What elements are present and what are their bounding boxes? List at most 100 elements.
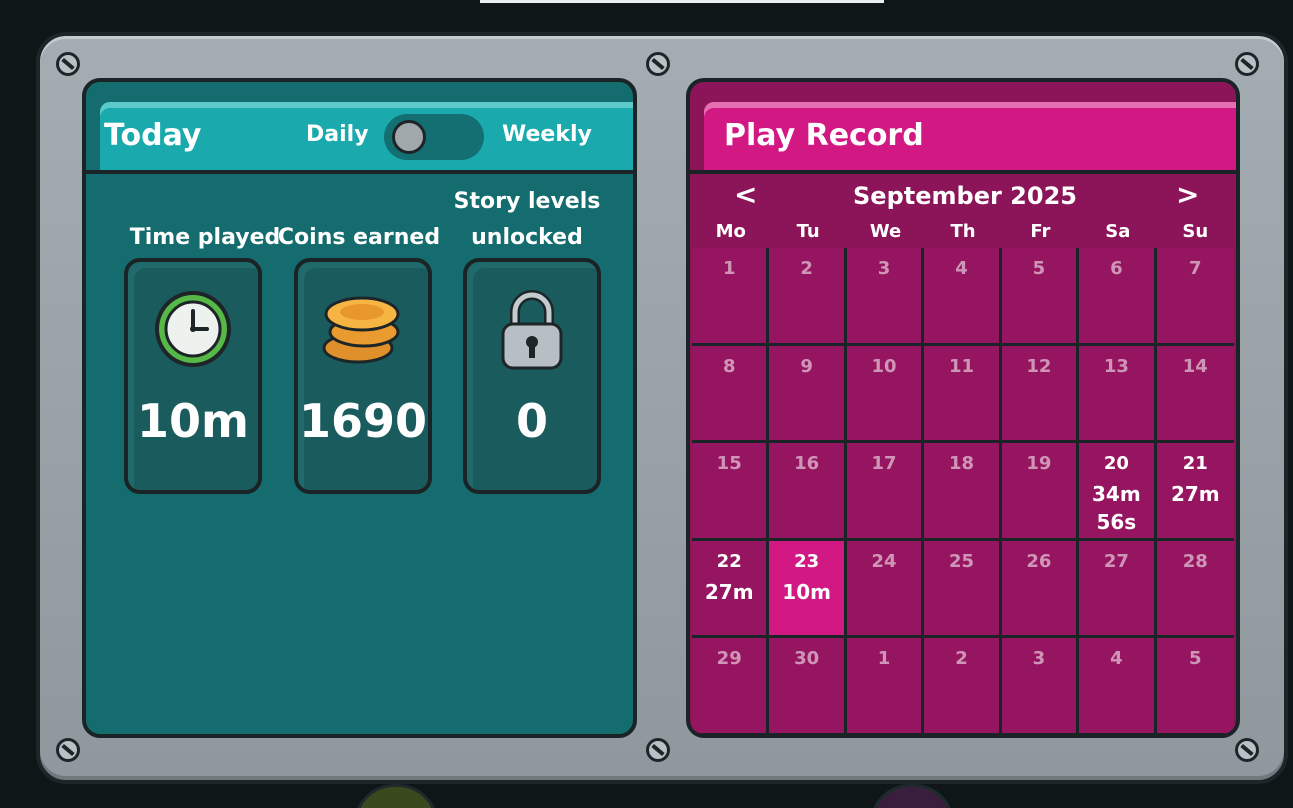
calendar-day[interactable]: 24 — [846, 540, 925, 639]
calendar-day[interactable]: 3 — [1001, 638, 1080, 734]
weekday-header: Sa — [1105, 221, 1131, 242]
day-number: 4 — [1110, 648, 1123, 670]
weekly-label[interactable]: Weekly — [502, 122, 592, 147]
calendar-day[interactable]: 18 — [924, 443, 1002, 541]
calendar-day[interactable]: 4 — [924, 248, 1002, 346]
day-number: 7 — [1189, 258, 1202, 279]
today-panel: Today Daily Weekly Time played Coins ear… — [82, 78, 637, 738]
day-number: 23 — [794, 550, 820, 572]
calendar-day[interactable]: 30 — [769, 638, 847, 734]
month-label: September 2025 — [853, 182, 1077, 210]
next-month-button[interactable]: > — [1176, 178, 1199, 211]
today-title: Today — [104, 118, 202, 153]
calendar-day[interactable]: 12 — [1001, 345, 1080, 444]
bottom-right-knob — [870, 784, 954, 808]
calendar-day[interactable]: 13 — [1079, 345, 1157, 444]
calendar-day[interactable]: 20 34m 56s — [1079, 443, 1157, 541]
calendar-day[interactable]: 28 — [1156, 540, 1234, 639]
calendar-day[interactable]: 19 — [1001, 443, 1080, 541]
day-play-time: 10m — [782, 579, 831, 604]
day-number: 8 — [722, 355, 736, 377]
day-number: 9 — [800, 355, 813, 377]
calendar-day[interactable]: 14 — [1156, 345, 1234, 444]
weekday-header: Th — [950, 221, 976, 242]
calendar-day[interactable]: 26 — [1001, 540, 1080, 639]
prev-month-button[interactable]: < — [734, 178, 757, 211]
calendar-day[interactable]: 2 — [769, 248, 847, 346]
coins-earned-label: Coins earned — [277, 225, 441, 250]
calendar-day[interactable]: 1 — [846, 638, 925, 734]
calendar-day[interactable]: 9 — [769, 345, 847, 444]
calendar-day[interactable]: 27 — [1079, 540, 1157, 639]
header-divider — [690, 170, 1236, 174]
screw-icon — [646, 738, 670, 762]
day-number: 19 — [1026, 453, 1052, 475]
day-number: 17 — [871, 453, 897, 475]
play-record-title: Play Record — [724, 118, 924, 153]
day-number: 5 — [1032, 258, 1046, 279]
day-number: 6 — [1110, 258, 1123, 279]
calendar-day[interactable]: 8 — [692, 345, 770, 444]
day-number: 25 — [948, 550, 975, 572]
calendar-day[interactable]: 21 27m — [1156, 443, 1234, 541]
day-play-time: 34m 56s — [1092, 482, 1141, 535]
screw-icon — [1235, 738, 1259, 762]
day-number: 27 — [1103, 550, 1129, 572]
day-number: 24 — [871, 550, 897, 572]
story-levels-card: 0 — [463, 258, 601, 494]
coins-icon — [322, 296, 400, 364]
time-played-label: Time played — [129, 225, 281, 250]
play-record-panel: Play Record < September 2025 > Mo Tu We Th F… — [686, 78, 1240, 738]
calendar-day[interactable]: 25 — [924, 540, 1002, 639]
day-number: 5 — [1189, 648, 1202, 670]
calendar-day[interactable]: 6 — [1079, 248, 1157, 346]
day-number: 12 — [1026, 355, 1052, 377]
day-number: 3 — [877, 258, 891, 279]
daily-weekly-toggle[interactable] — [384, 114, 484, 160]
screw-icon — [56, 52, 80, 76]
clock-icon — [155, 291, 231, 367]
time-played-value: 10m — [137, 394, 249, 448]
day-number: 1 — [877, 648, 891, 670]
weekday-header: Mo — [715, 221, 746, 242]
screw-icon — [646, 52, 670, 76]
day-play-time: 27m — [1170, 482, 1220, 507]
calendar-day[interactable]: 4 — [1079, 638, 1157, 734]
day-number: 20 — [1103, 453, 1129, 475]
weekday-header: Fr — [1030, 221, 1051, 242]
calendar-day[interactable]: 10 — [846, 345, 925, 444]
calendar-day[interactable]: 23 10m — [769, 540, 847, 639]
calendar-day[interactable]: 5 — [1156, 638, 1234, 734]
bottom-left-knob — [354, 784, 438, 808]
day-number: 11 — [948, 355, 975, 377]
calendar-day[interactable]: 11 — [924, 345, 1002, 444]
day-number: 13 — [1103, 355, 1129, 377]
calendar-day[interactable]: 16 — [769, 443, 847, 541]
calendar-day[interactable]: 3 — [846, 248, 925, 346]
day-number: 28 — [1182, 550, 1208, 572]
day-number: 22 — [716, 550, 742, 572]
calendar-day[interactable]: 1 — [692, 248, 770, 346]
calendar-day[interactable]: 29 — [692, 638, 770, 734]
day-number: 4 — [955, 258, 968, 279]
calendar-day[interactable]: 2 — [924, 638, 1002, 734]
calendar-day[interactable]: 22 27m — [692, 540, 770, 639]
calendar-day[interactable]: 15 — [692, 443, 770, 541]
day-number: 1 — [722, 258, 736, 279]
day-number: 16 — [794, 453, 820, 475]
calendar-day[interactable]: 7 — [1156, 248, 1234, 346]
day-number: 10 — [871, 355, 897, 377]
weekday-header: Tu — [796, 221, 820, 242]
calendar-day[interactable]: 5 — [1001, 248, 1080, 346]
day-number: 3 — [1032, 648, 1046, 670]
padlock-icon — [501, 290, 563, 370]
day-number: 29 — [716, 648, 742, 670]
calendar-grid: Mo Tu We Th Fr Sa Su 1 2 3 4 5 6 7 8 9 10 11 12 13 14 15 16 17 1… — [692, 216, 1234, 734]
story-levels-value: 0 — [515, 394, 548, 448]
day-number: 2 — [955, 648, 968, 670]
calendar-day[interactable]: 17 — [846, 443, 925, 541]
day-play-time: 27m — [704, 579, 754, 604]
daily-label[interactable]: Daily — [306, 122, 369, 147]
toggle-knob[interactable] — [392, 120, 426, 154]
day-number: 21 — [1182, 453, 1208, 475]
